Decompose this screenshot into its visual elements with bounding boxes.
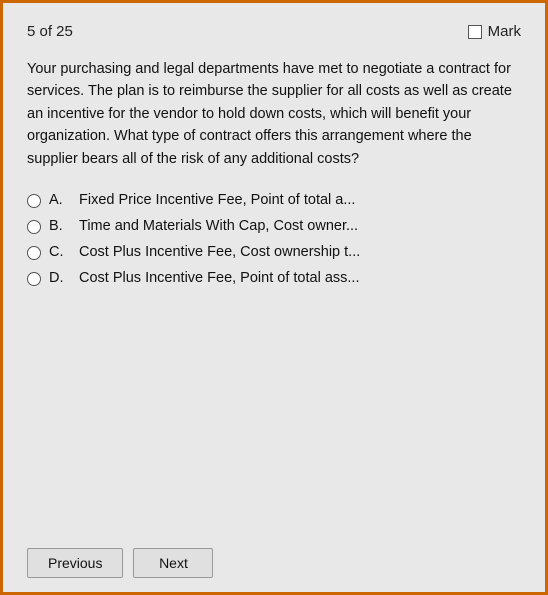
option-letter-b: B. — [49, 218, 71, 234]
mark-checkbox[interactable] — [468, 25, 482, 39]
option-letter-a: A. — [49, 192, 71, 208]
footer-area: Previous Next — [27, 548, 213, 578]
mark-label: Mark — [488, 23, 521, 40]
option-text-d: Cost Plus Incentive Fee, Point of total … — [79, 270, 359, 286]
option-letter-d: D. — [49, 270, 71, 286]
radio-a[interactable] — [27, 194, 41, 208]
previous-button[interactable]: Previous — [27, 548, 123, 578]
radio-d[interactable] — [27, 272, 41, 286]
next-button[interactable]: Next — [133, 548, 213, 578]
option-d[interactable]: D. Cost Plus Incentive Fee, Point of tot… — [27, 270, 521, 286]
option-b[interactable]: B. Time and Materials With Cap, Cost own… — [27, 218, 521, 234]
option-letter-c: C. — [49, 244, 71, 260]
option-text-c: Cost Plus Incentive Fee, Cost ownership … — [79, 244, 360, 260]
mark-area[interactable]: Mark — [468, 23, 521, 40]
options-list: A. Fixed Price Incentive Fee, Point of t… — [27, 192, 521, 286]
radio-c[interactable] — [27, 246, 41, 260]
header-row: 5 of 25 Mark — [27, 23, 521, 40]
radio-b[interactable] — [27, 220, 41, 234]
quiz-container: 5 of 25 Mark Your purchasing and legal d… — [0, 0, 548, 595]
option-text-b: Time and Materials With Cap, Cost owner.… — [79, 218, 358, 234]
question-counter: 5 of 25 — [27, 23, 73, 40]
option-text-a: Fixed Price Incentive Fee, Point of tota… — [79, 192, 355, 208]
option-c[interactable]: C. Cost Plus Incentive Fee, Cost ownersh… — [27, 244, 521, 260]
option-a[interactable]: A. Fixed Price Incentive Fee, Point of t… — [27, 192, 521, 208]
question-text: Your purchasing and legal departments ha… — [27, 58, 521, 170]
